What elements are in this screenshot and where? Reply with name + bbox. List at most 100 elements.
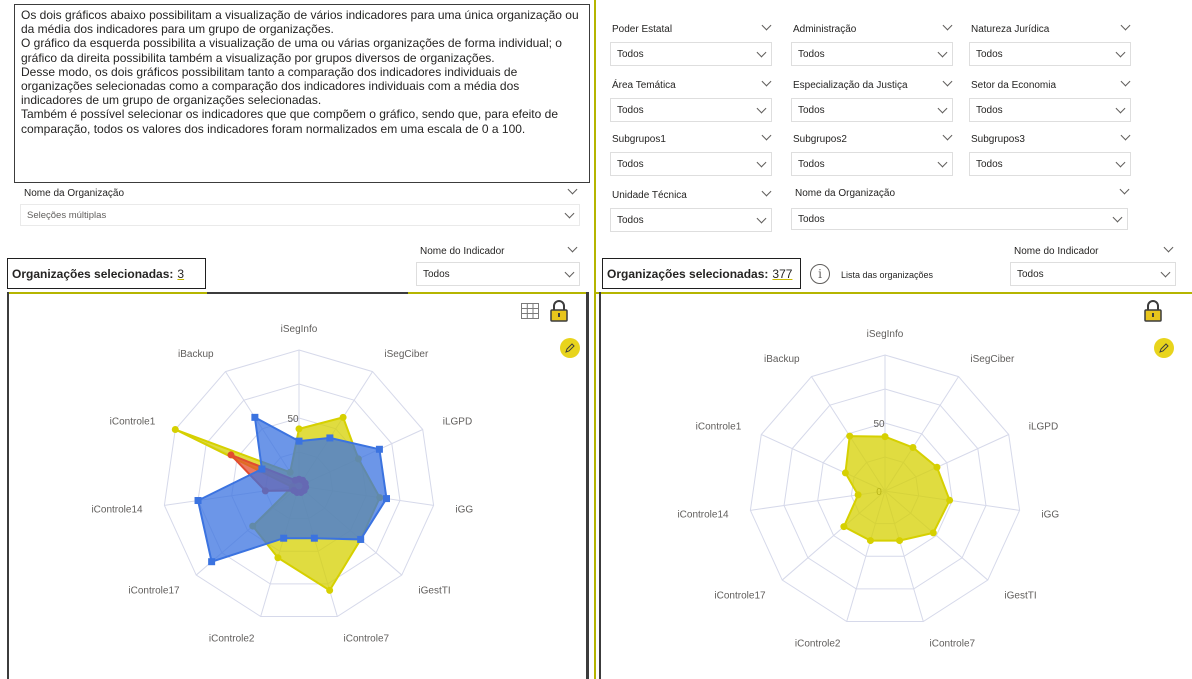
radar-data-point[interactable] xyxy=(357,535,365,543)
radar-data-point[interactable] xyxy=(171,426,179,434)
right-indicator-slicer[interactable]: Nome do Indicador Todos xyxy=(1010,242,1176,288)
radar-axis-label: iBackup xyxy=(178,349,214,360)
radar-data-point[interactable] xyxy=(310,534,318,542)
right-slicer[interactable]: Administração Todos xyxy=(791,20,953,68)
right-slicer[interactable]: Setor da Economia Todos xyxy=(969,76,1131,124)
chevron-down-icon xyxy=(1115,157,1126,167)
radar-data-point[interactable] xyxy=(227,451,235,459)
radar-data-point[interactable] xyxy=(841,469,849,477)
chevron-down-icon[interactable] xyxy=(761,130,772,141)
right-org-slicer[interactable]: Nome da Organização Todos xyxy=(791,184,1132,230)
radar-data-point[interactable] xyxy=(208,558,216,566)
right-selected-label: Organizações selecionadas: xyxy=(607,266,769,281)
chevron-down-icon[interactable] xyxy=(942,130,953,141)
radar-data-point[interactable] xyxy=(909,444,917,452)
right-slicer-title: Setor da Economia xyxy=(971,80,1057,91)
right-slicer-dropdown[interactable]: Todos xyxy=(610,98,772,122)
chevron-down-icon[interactable] xyxy=(942,20,953,31)
chevron-down-icon[interactable] xyxy=(1119,184,1130,195)
chevron-down-icon[interactable] xyxy=(761,20,772,31)
description-paragraph-2: O gráfico da esquerda possibilita a visu… xyxy=(21,36,562,65)
chevron-down-icon[interactable] xyxy=(761,186,772,197)
right-slicer[interactable]: Unidade Técnica Todos xyxy=(610,186,772,234)
radar-axis-label: iSegInfo xyxy=(867,329,904,340)
radar-data-point[interactable] xyxy=(274,554,282,562)
radar-data-point[interactable] xyxy=(194,497,202,505)
left-indicator-slicer-dropdown[interactable]: Todos xyxy=(416,262,580,286)
radar-data-point[interactable] xyxy=(295,425,303,433)
right-slicer-dropdown[interactable]: Todos xyxy=(610,152,772,176)
radar-data-point[interactable] xyxy=(929,529,937,537)
radar-data-point[interactable] xyxy=(258,465,266,473)
right-slicer-dropdown[interactable]: Todos xyxy=(791,42,953,66)
radar-data-point[interactable] xyxy=(339,413,347,421)
right-slicer-dropdown[interactable]: Todos xyxy=(969,42,1131,66)
right-selected-count[interactable]: 377 xyxy=(772,267,792,281)
radar-data-point[interactable] xyxy=(881,433,889,441)
radar-axis-label: iControle2 xyxy=(795,639,841,650)
radar-data-point[interactable] xyxy=(854,491,862,499)
radar-data-point[interactable] xyxy=(946,496,954,504)
chevron-down-icon[interactable] xyxy=(1120,76,1131,87)
right-slicer[interactable]: Subgrupos2 Todos xyxy=(791,130,953,178)
radar-axis-label: iControle1 xyxy=(696,421,742,432)
right-indicator-slicer-dropdown[interactable]: Todos xyxy=(1010,262,1176,286)
radar-data-point[interactable] xyxy=(251,413,259,421)
right-slicer[interactable]: Subgrupos3 Todos xyxy=(969,130,1131,178)
radar-series-area[interactable] xyxy=(842,435,951,542)
chevron-down-icon xyxy=(937,103,948,113)
radar-data-point[interactable] xyxy=(846,432,854,440)
right-indicator-slicer-value: Todos xyxy=(1017,268,1044,280)
radar-axis-label: iControle2 xyxy=(209,634,255,645)
right-slicer[interactable]: Subgrupos1 Todos xyxy=(610,130,772,178)
right-chart-top-border xyxy=(596,292,1192,294)
chevron-down-icon[interactable] xyxy=(1120,130,1131,141)
right-slicer[interactable]: Especialização da Justiça Todos xyxy=(791,76,953,124)
left-selected-count[interactable]: 3 xyxy=(177,267,184,281)
right-slicer-dropdown[interactable]: Todos xyxy=(969,152,1131,176)
right-indicator-slicer-title: Nome do Indicador xyxy=(1014,246,1099,257)
right-slicer-value: Todos xyxy=(976,48,1003,60)
radar-data-point[interactable] xyxy=(280,534,288,542)
radar-data-point[interactable] xyxy=(840,523,848,531)
right-slicer-title: Subgrupos3 xyxy=(971,134,1025,145)
left-org-slicer-dropdown[interactable]: Seleções múltiplas xyxy=(20,204,580,226)
radar-data-point[interactable] xyxy=(866,537,874,545)
radar-data-point[interactable] xyxy=(896,537,904,545)
right-slicer-dropdown[interactable]: Todos xyxy=(969,98,1131,122)
chevron-down-icon[interactable] xyxy=(1163,242,1174,253)
right-slicer-dropdown[interactable]: Todos xyxy=(610,208,772,232)
left-indicator-slicer[interactable]: Nome do Indicador Todos xyxy=(416,242,580,288)
radar-data-point[interactable] xyxy=(326,586,334,594)
right-slicer[interactable]: Poder Estatal Todos xyxy=(610,20,772,68)
description-paragraph-3: Desse modo, os dois gráficos possibilita… xyxy=(21,64,520,108)
radar-data-point[interactable] xyxy=(933,463,941,471)
radar-axis-label: iControle17 xyxy=(714,590,766,601)
right-slicer-title: Administração xyxy=(793,24,857,35)
chevron-down-icon[interactable] xyxy=(567,184,578,195)
right-org-slicer-dropdown[interactable]: Todos xyxy=(791,208,1128,230)
radar-data-point[interactable] xyxy=(295,437,303,445)
right-slicer-title: Subgrupos1 xyxy=(612,134,666,145)
radar-data-point[interactable] xyxy=(375,445,383,453)
organization-list-link[interactable]: Lista das organizações xyxy=(841,270,933,280)
chevron-down-icon[interactable] xyxy=(942,76,953,87)
right-slicer-dropdown[interactable]: Todos xyxy=(791,152,953,176)
radar-axis-label: iGestTI xyxy=(1004,590,1036,601)
left-org-slicer-title: Nome da Organização xyxy=(24,188,125,199)
right-slicer[interactable]: Natureza Jurídica Todos xyxy=(969,20,1131,68)
radar-tick-label: 50 xyxy=(287,414,299,425)
left-selected-label: Organizações selecionadas: xyxy=(12,266,174,281)
right-slicer[interactable]: Área Temática Todos xyxy=(610,76,772,124)
right-slicer-dropdown[interactable]: Todos xyxy=(791,98,953,122)
radar-data-point[interactable] xyxy=(326,434,334,442)
info-icon[interactable]: i xyxy=(810,264,830,284)
chevron-down-icon xyxy=(937,47,948,57)
radar-data-point[interactable] xyxy=(383,495,391,503)
chevron-down-icon[interactable] xyxy=(761,76,772,87)
right-slicer-title: Poder Estatal xyxy=(612,24,673,35)
right-slicer-dropdown[interactable]: Todos xyxy=(610,42,772,66)
chevron-down-icon[interactable] xyxy=(567,242,578,253)
left-org-slicer[interactable]: Nome da Organização Seleções múltiplas xyxy=(20,184,580,226)
chevron-down-icon[interactable] xyxy=(1120,20,1131,31)
